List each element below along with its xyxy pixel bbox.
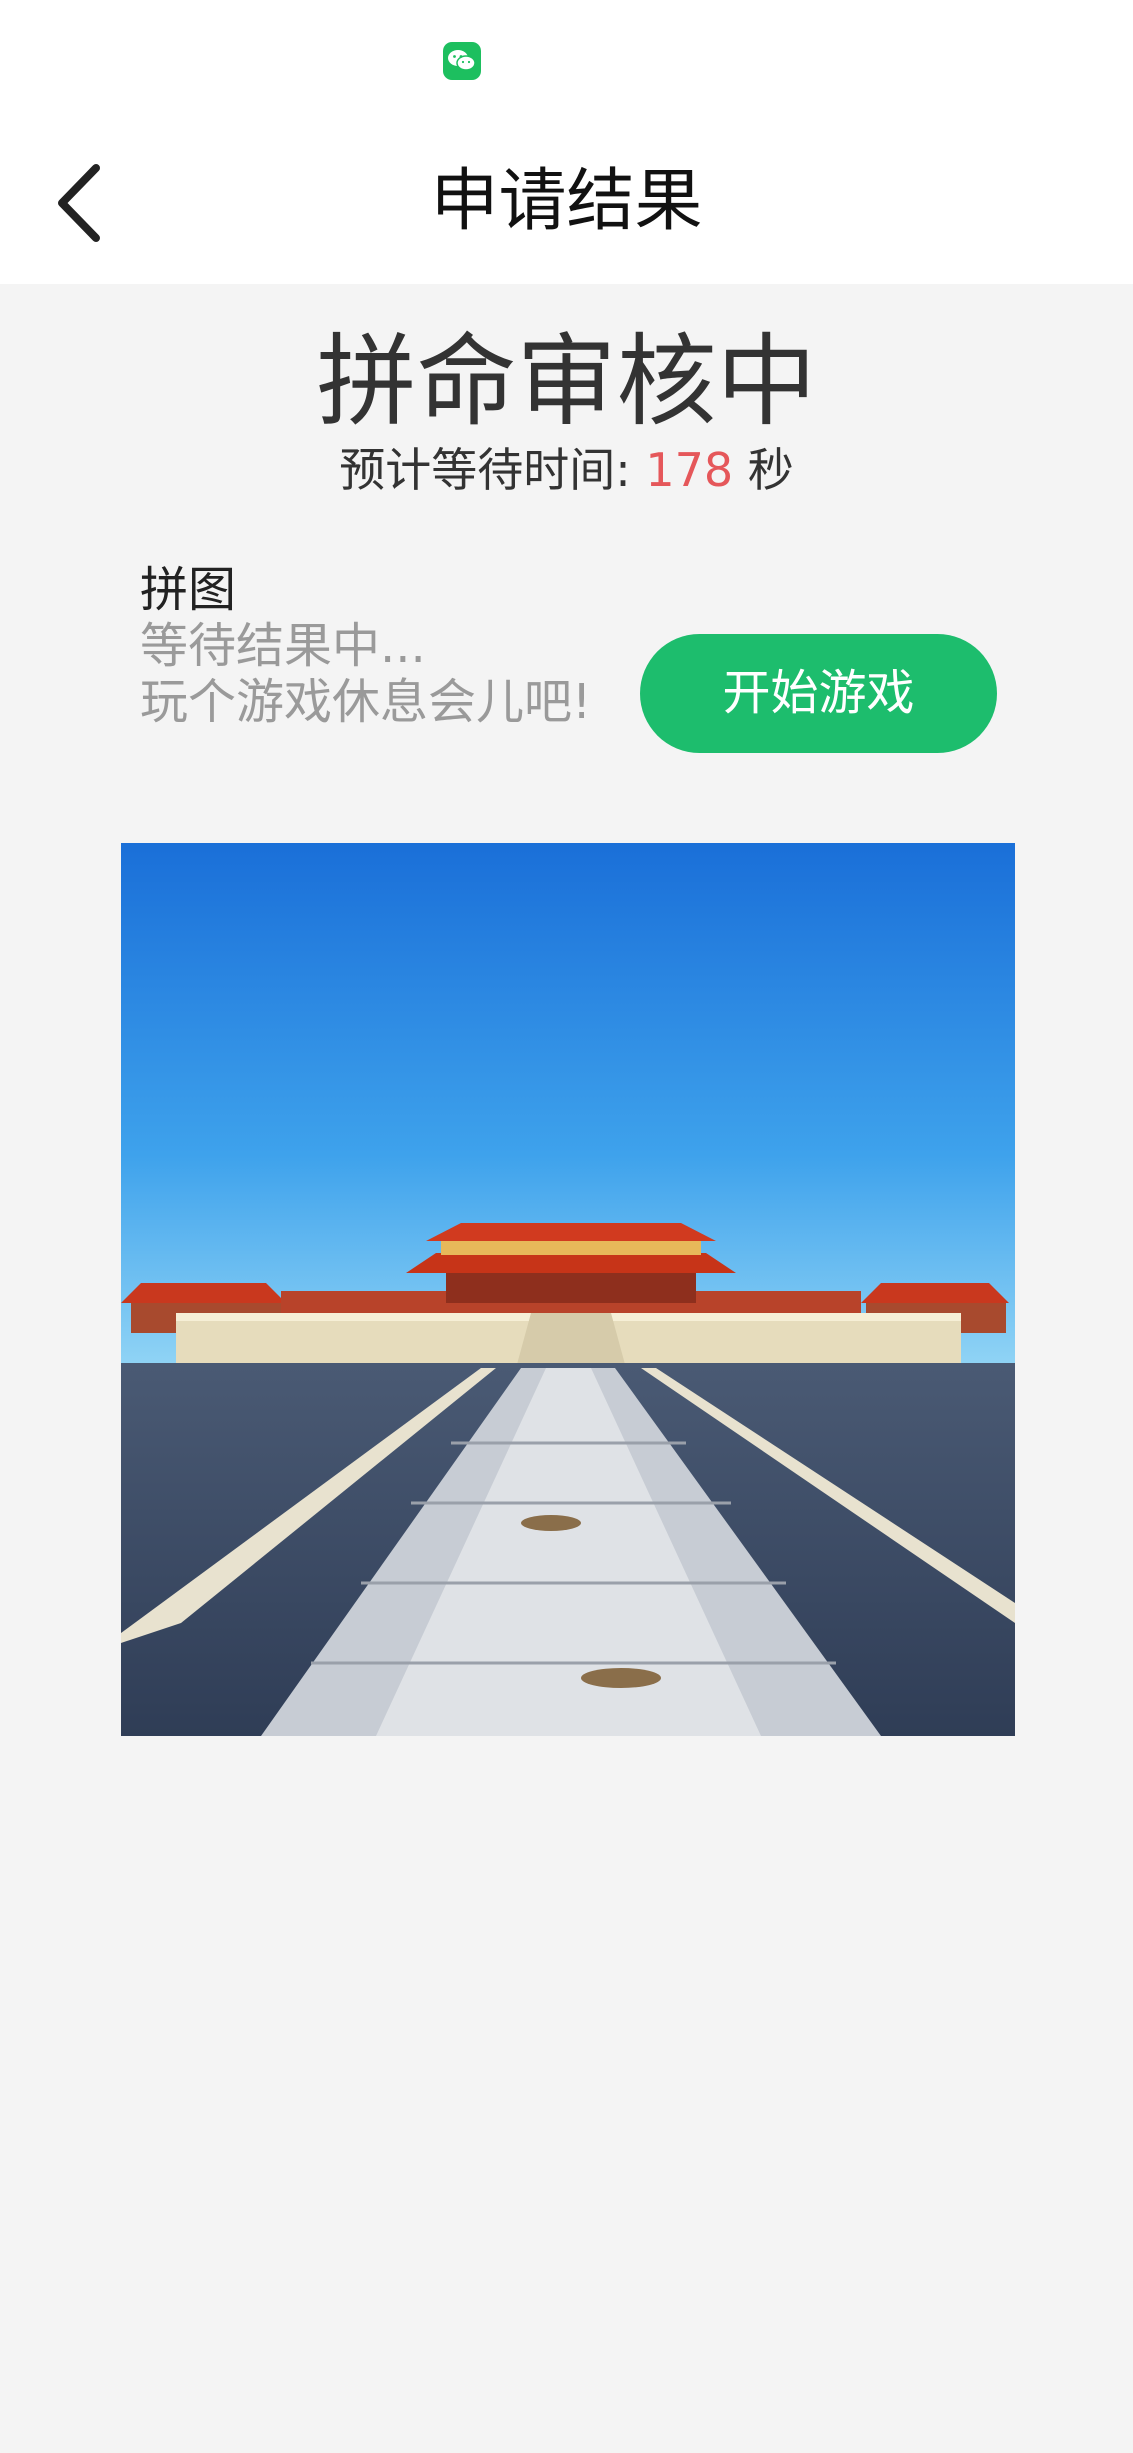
review-status-title: 拼命审核中 (316, 323, 817, 440)
puzzle-desc-line-1: 等待结果中... (140, 618, 426, 674)
status-bar (0, 0, 1133, 120)
puzzle-description: 等待结果中... 玩个游戏休息会儿吧! (140, 618, 591, 730)
puzzle-label: 拼图 (140, 562, 237, 618)
wait-time-line: 预计等待时间: 178 秒 (0, 440, 1133, 500)
page-title: 申请结果 (430, 162, 703, 241)
wait-time-unit: 秒 (733, 443, 794, 497)
wait-time-seconds: 178 (645, 443, 734, 497)
wait-time-prefix: 预计等待时间: (339, 443, 646, 497)
puzzle-desc-line-2: 玩个游戏休息会儿吧! (140, 674, 592, 730)
nav-bar: 申请结果 (0, 120, 1133, 284)
forbidden-city-photo (121, 843, 1015, 1736)
back-chevron-icon[interactable] (50, 158, 120, 248)
start-game-button[interactable]: 开始游戏 (640, 634, 997, 753)
puzzle-image[interactable] (121, 843, 1015, 1736)
wechat-icon (443, 42, 481, 80)
